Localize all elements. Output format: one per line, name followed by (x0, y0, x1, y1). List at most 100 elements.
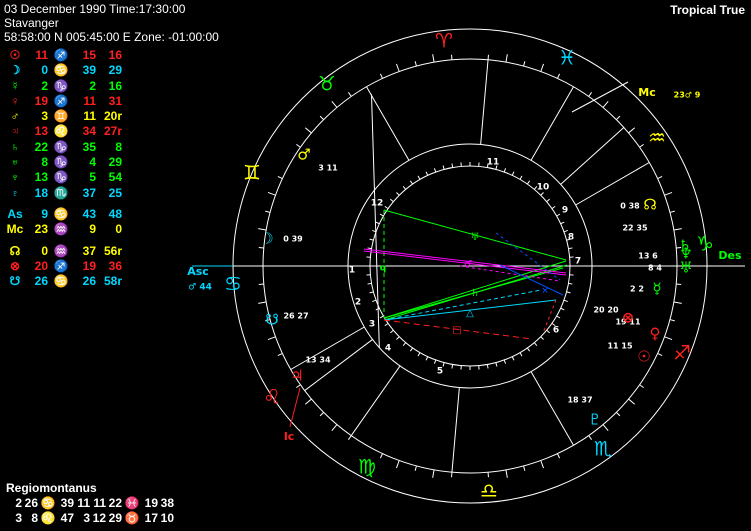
degree-tick (379, 453, 383, 459)
inner-tick (511, 356, 515, 361)
house-number: 6 (553, 326, 559, 336)
inner-tick (526, 347, 531, 352)
inner-tick (503, 168, 507, 173)
inner-tick (486, 364, 489, 369)
mc-degree-label: 23♂ 9 (674, 91, 701, 100)
inner-tick (375, 307, 380, 311)
inner-tick (369, 238, 374, 241)
planet-glyph: ♂ (297, 146, 310, 164)
planet-degree-label: 18 37 (567, 396, 592, 405)
degree-tick (523, 465, 526, 471)
zodiac-sign-glyph: ♉ (318, 72, 336, 96)
planet-degree-label: 13 34 (305, 356, 330, 365)
inner-tick (442, 362, 445, 367)
degree-tick (414, 61, 417, 67)
inner-tick (568, 282, 573, 285)
des-label: Des (718, 249, 742, 262)
inner-tick (396, 336, 400, 340)
house-cusp-line (560, 127, 625, 185)
inner-tick (540, 336, 544, 340)
degree-tick (331, 424, 338, 432)
inner-tick (511, 171, 515, 176)
aspect-line (383, 289, 542, 321)
inner-tick (568, 247, 573, 250)
degree-tick (267, 336, 276, 341)
inner-tick (409, 347, 414, 352)
degree-tick (673, 228, 682, 231)
inner-tick (560, 307, 565, 311)
degree-tick (664, 191, 673, 196)
degree-tick (331, 100, 338, 108)
planet-glyph: ☉ (637, 348, 650, 366)
inner-tick (425, 171, 429, 176)
degree-tick (379, 73, 383, 79)
degree-tick (523, 61, 526, 67)
planet-degree-label: 0 38 (620, 202, 640, 211)
aspect-marker: ✕ (541, 287, 549, 297)
degree-tick (296, 384, 301, 389)
inner-tick (396, 192, 400, 196)
inner-tick (563, 299, 568, 303)
planet-degree-label: 22 35 (622, 224, 647, 233)
degree-tick (657, 353, 663, 357)
inner-tick (442, 165, 445, 170)
aspect-marker: ♄ (471, 288, 480, 299)
inner-tick (433, 168, 437, 173)
planet-degree-label: 13 6 (638, 252, 658, 261)
house-cusp-line (451, 387, 460, 473)
planet-degree-label: 0 39 (283, 235, 303, 244)
aspect-marker: ♅ (471, 232, 480, 243)
house-number: 5 (437, 367, 443, 377)
inner-tick (367, 282, 372, 285)
degree-tick (616, 115, 621, 120)
planet-degree-label: 3 11 (318, 164, 338, 173)
planet-glyph: ♇ (588, 411, 601, 429)
planet-degree-label: 2 2 (630, 285, 644, 294)
inner-tick (540, 192, 544, 196)
degree-tick (304, 398, 312, 405)
degree-tick (395, 63, 400, 72)
inner-tick (451, 163, 454, 168)
inner-tick (409, 180, 414, 185)
degree-tick (669, 319, 675, 322)
degree-tick (432, 54, 435, 63)
aspect-marker: q (380, 264, 386, 274)
mc-axis (571, 81, 629, 113)
zodiac-sign-glyph: ♑ (696, 232, 714, 256)
zodiac-sign-glyph: ♏ (594, 437, 612, 461)
planet-degree-label: 26 27 (283, 312, 308, 321)
zodiac-sign-glyph: ♒ (648, 126, 666, 150)
degree-tick (602, 100, 609, 108)
aspect-marker: □ (452, 325, 461, 336)
inner-tick (425, 356, 429, 361)
inner-tick (367, 247, 372, 250)
house-number: 7 (575, 257, 581, 267)
inner-tick (519, 352, 523, 357)
degree-tick (395, 460, 400, 469)
inner-tick (417, 352, 421, 357)
house-cusp-line (350, 365, 401, 436)
zodiac-sign-glyph: ♌ (263, 385, 281, 409)
zodiac-sign-glyph: ♍ (358, 455, 376, 479)
degree-tick (319, 115, 324, 120)
zodiac-sign-glyph: ♋ (224, 272, 242, 296)
inner-tick (556, 315, 561, 319)
inner-tick (519, 175, 523, 180)
degree-tick (628, 398, 636, 405)
house-number: 9 (562, 206, 568, 216)
inner-tick (402, 186, 407, 190)
inner-tick (433, 359, 437, 364)
inner-tick (417, 175, 421, 180)
degree-tick (616, 412, 621, 417)
house-number: 11 (487, 158, 500, 168)
ic-marker (289, 387, 301, 428)
degree-tick (414, 465, 417, 471)
aspect-marker: ♂ (464, 260, 472, 270)
planet-glyph: ☊ (643, 196, 656, 214)
degree-tick (319, 412, 324, 417)
planet-glyph: ♄ (678, 237, 691, 255)
degree-tick (258, 301, 267, 304)
inner-tick (451, 364, 454, 369)
inner-tick (503, 359, 507, 364)
planet-degree-label: 11 15 (607, 342, 632, 351)
